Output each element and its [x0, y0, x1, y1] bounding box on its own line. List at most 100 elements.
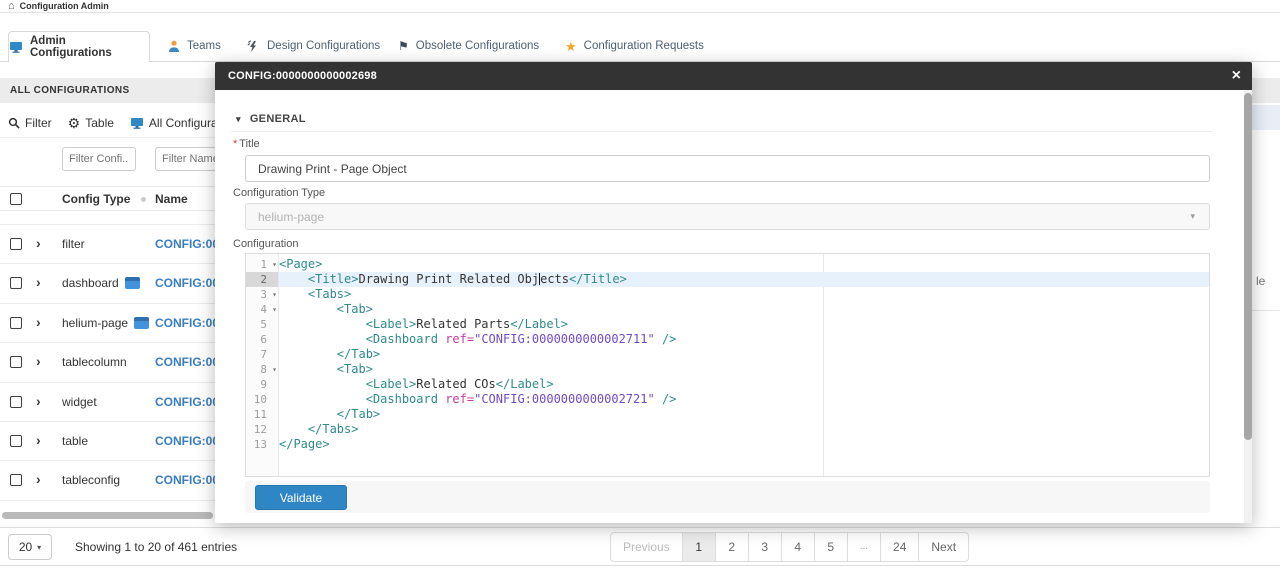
page-button-4[interactable]: 4	[781, 532, 815, 562]
table-row[interactable]: › filter CONFIG:000	[0, 224, 216, 263]
config-link[interactable]: CONFIG:000	[155, 276, 216, 290]
name-filter-input[interactable]	[155, 147, 216, 171]
home-icon[interactable]: ⌂	[8, 1, 15, 11]
horizontal-scrollbar[interactable]	[2, 512, 213, 519]
chevron-down-icon: ▾	[1190, 211, 1195, 222]
name-filter-field	[155, 147, 216, 171]
page-size-value: 20	[19, 540, 32, 554]
gutter-cell[interactable]: 1▾	[246, 257, 278, 272]
row-checkbox[interactable]	[10, 317, 22, 329]
gutter-cell[interactable]: 5	[246, 317, 278, 332]
chevron-right-icon[interactable]: ›	[36, 314, 41, 330]
validate-button[interactable]: Validate	[255, 485, 347, 510]
row-checkbox[interactable]	[10, 474, 22, 486]
next-page-button[interactable]: Next	[918, 532, 969, 562]
table-row[interactable]: › tablecolumn CONFIG:000	[0, 342, 216, 381]
gutter-cell[interactable]: 6	[246, 332, 278, 347]
required-asterisk: *	[233, 138, 237, 150]
config-link[interactable]: CONFIG:000	[155, 473, 216, 487]
table-row[interactable]: › helium-page CONFIG:000	[0, 303, 216, 342]
tab-obsolete-configurations[interactable]: ⚑ Obsolete Configurations	[398, 31, 539, 61]
modal-scrollbar-thumb[interactable]	[1244, 93, 1252, 440]
row-checkbox[interactable]	[10, 356, 22, 368]
tab-teams[interactable]: Teams	[168, 31, 221, 61]
sort-icon[interactable]	[141, 197, 146, 202]
showing-entries-text: Showing 1 to 20 of 461 entries	[75, 540, 237, 554]
table-row[interactable]: › table CONFIG:000	[0, 421, 216, 460]
editor-footer: Validate	[245, 481, 1210, 513]
gutter-cell[interactable]: 10	[246, 392, 278, 407]
tab-configuration-requests[interactable]: ★ Configuration Requests	[565, 31, 704, 61]
table-row[interactable]: › widget CONFIG:000	[0, 382, 216, 421]
page-ellipsis: ...	[847, 532, 881, 562]
fold-icon[interactable]: ▾	[272, 287, 277, 302]
row-checkbox[interactable]	[10, 396, 22, 408]
chevron-right-icon[interactable]: ›	[36, 274, 41, 290]
code-line: <Label>Related Parts</Label>	[279, 317, 1209, 332]
close-icon[interactable]: ×	[1232, 66, 1241, 86]
code-editor[interactable]: 1▾23▾4▾5678▾910111213 <Page> <Title>Draw…	[245, 253, 1210, 477]
app-window: ⌂ Configuration Admin Admin Configuratio…	[0, 0, 1280, 574]
chevron-right-icon[interactable]: ›	[36, 353, 41, 369]
page-size-dropdown[interactable]: 20 ▾	[8, 534, 52, 560]
previous-page-button[interactable]: Previous	[610, 532, 683, 562]
page-button-5[interactable]: 5	[814, 532, 848, 562]
config-link[interactable]: CONFIG:000	[155, 355, 216, 369]
page-button-1[interactable]: 1	[682, 532, 716, 562]
config-link[interactable]: CONFIG:000	[155, 434, 216, 448]
gutter-cell[interactable]: 9	[246, 377, 278, 392]
chevron-right-icon[interactable]: ›	[36, 432, 41, 448]
config-detail-modal: CONFIG:0000000000002698 × ▾ GENERAL *Tit…	[215, 62, 1252, 523]
column-config-type[interactable]: Config Type	[62, 192, 130, 206]
code-line: <Tab>	[279, 362, 1209, 377]
config-link[interactable]: CONFIG:000	[155, 237, 216, 251]
gutter-cell[interactable]: 11	[246, 407, 278, 422]
gutter-cell[interactable]: 4▾	[246, 302, 278, 317]
monitor-icon	[9, 41, 23, 53]
fold-icon[interactable]: ▾	[272, 302, 277, 317]
page-button-2[interactable]: 2	[715, 532, 749, 562]
caret-down-icon: ▾	[236, 114, 241, 125]
row-checkbox[interactable]	[10, 238, 22, 250]
gutter-cell[interactable]: 8▾	[246, 362, 278, 377]
select-all-checkbox[interactable]	[10, 193, 22, 205]
editor-gutter: 1▾23▾4▾5678▾910111213	[246, 254, 279, 476]
configuration-field-label: Configuration	[233, 238, 298, 250]
tab-admin-configurations[interactable]: Admin Configurations	[8, 31, 150, 62]
gutter-cell[interactable]: 3▾	[246, 287, 278, 302]
row-checkbox[interactable]	[10, 435, 22, 447]
person-icon	[168, 40, 180, 53]
table-button[interactable]: ⚙ Table	[68, 116, 114, 130]
gutter-cell[interactable]: 12	[246, 422, 278, 437]
chevron-right-icon[interactable]: ›	[36, 393, 41, 409]
title-input[interactable]	[245, 155, 1210, 182]
config-link[interactable]: CONFIG:000	[155, 395, 216, 409]
page-button-24[interactable]: 24	[880, 532, 919, 562]
fold-icon[interactable]: ▾	[272, 362, 277, 377]
top-bar: ⌂ Configuration Admin	[0, 0, 1280, 13]
config-link[interactable]: CONFIG:000	[155, 316, 216, 330]
fold-icon[interactable]: ▾	[272, 257, 277, 272]
column-name[interactable]: Name	[155, 192, 188, 206]
table-row[interactable]: › dashboard CONFIG:000	[0, 263, 216, 302]
chevron-down-icon: ▾	[37, 543, 41, 552]
page-button-3[interactable]: 3	[748, 532, 782, 562]
tab-design-configurations[interactable]: Design Configurations	[247, 31, 380, 61]
table-row[interactable]: › filter CONFIG:000	[0, 500, 216, 512]
gutter-cell[interactable]: 2	[246, 272, 278, 287]
gutter-cell[interactable]: 7	[246, 347, 278, 362]
general-section-toggle[interactable]: ▾ GENERAL	[236, 113, 306, 125]
config-type-filter-input[interactable]	[62, 147, 136, 171]
table-row[interactable]: › tableconfig CONFIG:000	[0, 460, 216, 499]
modal-scrollbar-track[interactable]	[1244, 90, 1252, 523]
all-configurations-button[interactable]: All Configurati	[130, 116, 216, 130]
chevron-right-icon[interactable]: ›	[36, 235, 41, 251]
code-line: </Tab>	[279, 347, 1209, 362]
gear-icon: ⚙	[68, 116, 81, 130]
row-checkbox[interactable]	[10, 277, 22, 289]
gutter-cell[interactable]: 13	[246, 437, 278, 452]
chevron-right-icon[interactable]: ›	[36, 471, 41, 487]
filter-button[interactable]: Filter	[8, 116, 52, 130]
config-type-cell: helium-page	[62, 316, 128, 330]
background-divider	[1252, 310, 1280, 311]
